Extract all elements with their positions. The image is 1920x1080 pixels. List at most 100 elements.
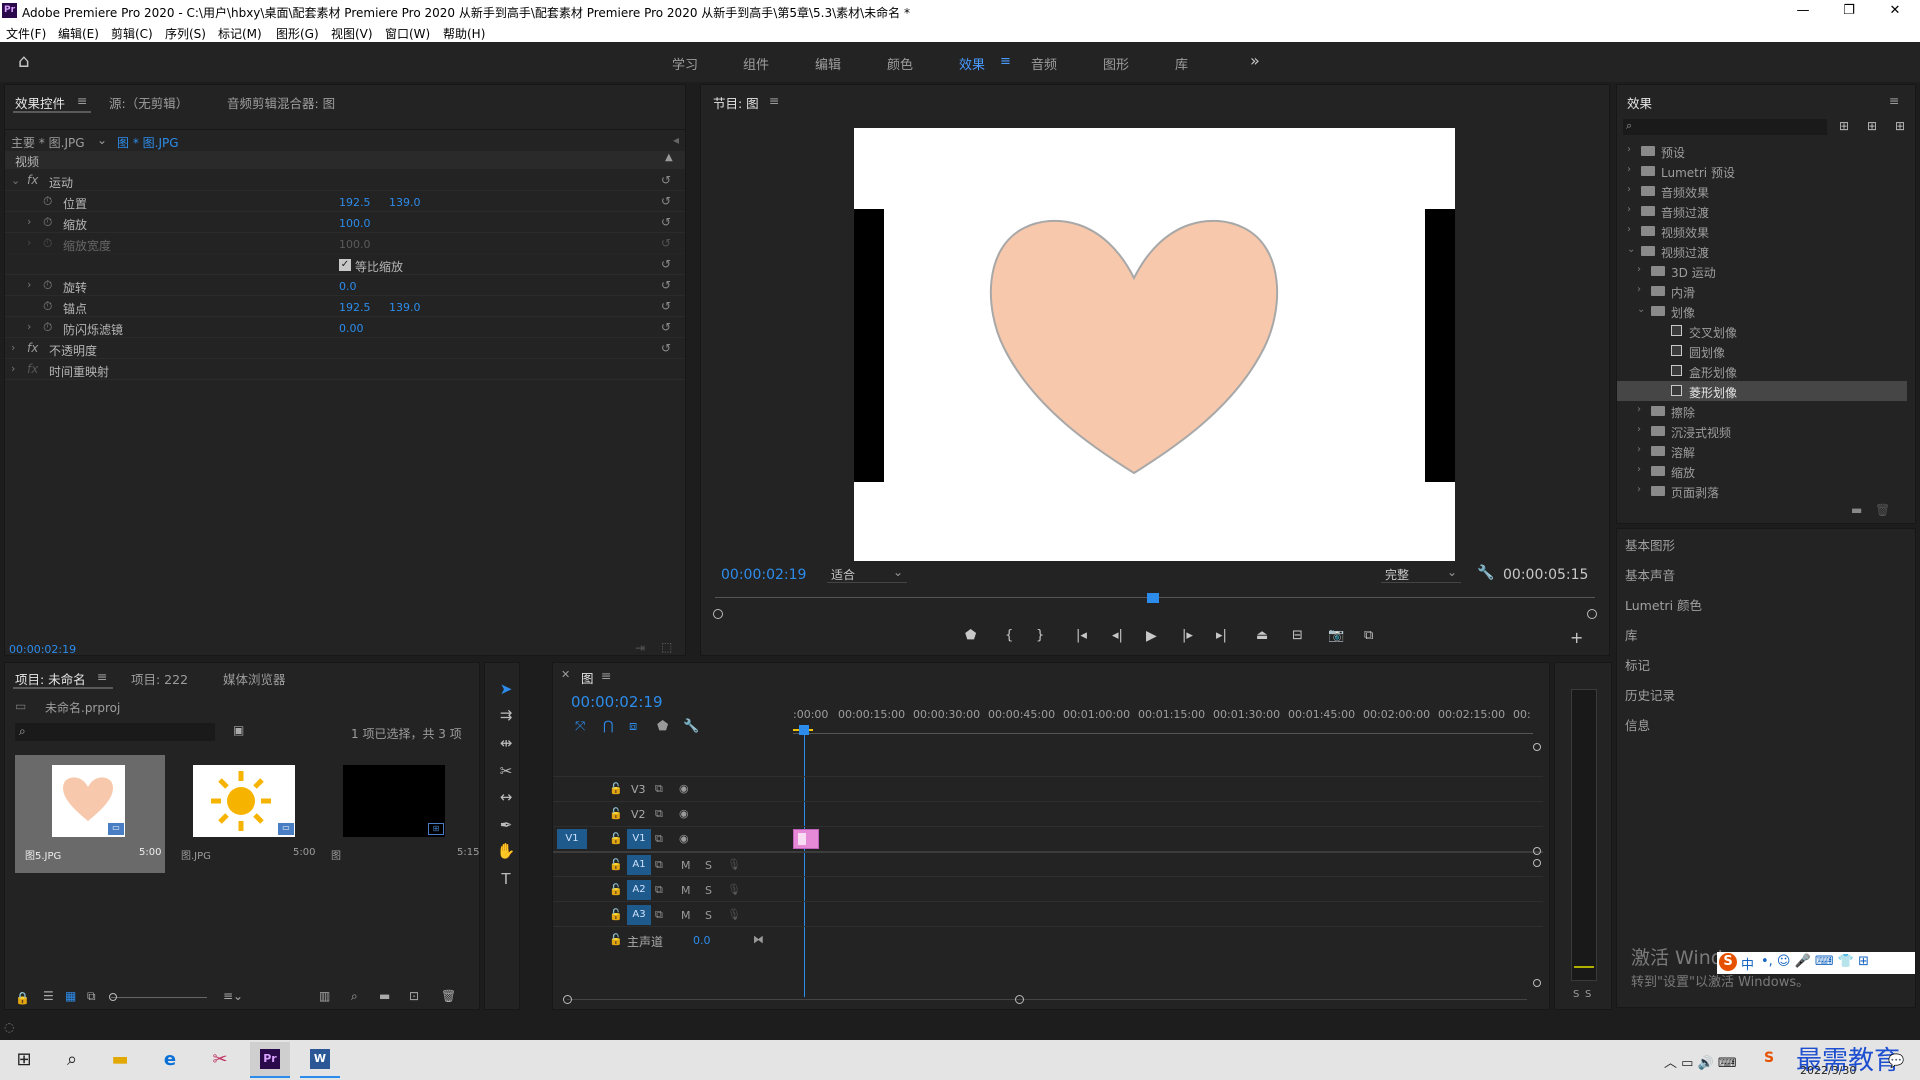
play-icon[interactable]: ▶ — [1146, 628, 1157, 644]
effect-row-rotation[interactable]: › ⏱ 旋转 0.0 ↺ — [5, 276, 685, 296]
thumbnail-size-slider[interactable] — [111, 997, 207, 998]
windows-start-icon[interactable]: ⊞ — [4, 1044, 44, 1076]
track-header-a2[interactable]: 🔓 A2 ⧉ M S 🎙 — [607, 878, 767, 902]
fit-dropdown[interactable]: 适合 ⌄ — [827, 565, 907, 583]
track-header-a1[interactable]: 🔓 A1 ⧉ M S 🎙 — [607, 853, 767, 877]
taskbar-word[interactable]: W — [300, 1042, 340, 1078]
snap-icon[interactable]: ⋂ — [603, 719, 614, 734]
monitor-playhead[interactable] — [1147, 593, 1159, 603]
tab-audio-clip-mixer[interactable]: 音频剪辑混合器: 图 — [227, 93, 335, 112]
add-marker-icon[interactable]: ⬟ — [965, 628, 976, 643]
lock-icon[interactable]: 🔓 — [609, 883, 623, 896]
project-search-input[interactable]: ⌕ — [15, 723, 215, 741]
master-track-header[interactable]: 🔓 主声道 0.0 ⧓ — [607, 928, 807, 952]
lock-icon[interactable]: 🔓 — [609, 782, 623, 795]
panel-libraries[interactable]: 库 — [1625, 625, 1915, 649]
add-marker-icon[interactable]: ⬟ — [657, 719, 668, 734]
menu-help[interactable]: 帮助(H) — [443, 25, 485, 42]
reset-icon[interactable]: ↺ — [661, 320, 671, 334]
collapsed-chevron-icon[interactable]: › — [1637, 424, 1641, 435]
fx-icon[interactable]: fx — [27, 341, 38, 355]
value[interactable]: 0.0 — [339, 280, 357, 293]
eye-icon[interactable]: ◉ — [679, 782, 689, 795]
stopwatch-icon[interactable]: ⏱ — [43, 278, 52, 293]
track-header-a3[interactable]: 🔓 A3 ⧉ M S 🎙 — [607, 903, 767, 927]
lock-icon[interactable]: 🔒 — [15, 991, 30, 1005]
effects-tree-item[interactable]: ⌄ 视频过渡 — [1617, 241, 1907, 261]
ime-tools-icons[interactable]: •, ☺ 🎤 ⌨ 👕 ⊞ — [1761, 954, 1869, 969]
selection-tool-icon[interactable]: ➤ — [496, 680, 516, 700]
project-menu-icon[interactable]: ≡ — [97, 669, 107, 684]
sync-lock-icon[interactable]: ⧉ — [655, 832, 663, 846]
eye-icon[interactable]: ◉ — [679, 832, 689, 845]
menu-view[interactable]: 视图(V) — [331, 25, 373, 42]
lock-icon[interactable]: 🔓 — [609, 933, 623, 946]
panel-history[interactable]: 历史记录 — [1625, 685, 1915, 709]
stopwatch-icon[interactable]: ⏱ — [43, 320, 52, 335]
program-video-frame[interactable] — [854, 128, 1455, 561]
v-scroll-handle[interactable] — [1533, 979, 1541, 987]
effect-row-uniform-scale[interactable]: ✓ 等比缩放 ↺ — [5, 255, 685, 275]
go-to-in-icon[interactable]: |◂ — [1076, 628, 1087, 643]
collapsed-chevron-icon[interactable]: › — [1637, 284, 1641, 295]
nest-icon[interactable]: ⤧ — [575, 719, 585, 734]
reset-icon[interactable]: ↺ — [661, 215, 671, 229]
effects-tree-item[interactable]: › Lumetri 预设 — [1617, 161, 1907, 181]
quality-dropdown[interactable]: 完整 ⌄ — [1381, 565, 1461, 583]
chevron-down-icon[interactable]: ⌄ — [97, 133, 107, 147]
panel-essential-sound[interactable]: 基本声音 — [1625, 565, 1915, 589]
effects-tree-item[interactable]: › 3D 运动 — [1617, 261, 1907, 281]
linked-selection-icon[interactable]: ⧈ — [629, 719, 637, 734]
effects-tree-item[interactable]: › 沉浸式视频 — [1617, 421, 1907, 441]
effects-tree-item[interactable]: 菱形划像 — [1617, 381, 1907, 401]
mute-button[interactable]: M — [681, 909, 691, 922]
razor-tool-icon[interactable]: ✂ — [496, 762, 516, 782]
timeline-menu-icon[interactable]: ≡ — [601, 668, 611, 683]
sogou-tray-icon[interactable]: S — [1764, 1050, 1774, 1066]
timeline-playhead-handle[interactable] — [799, 725, 809, 735]
sequence-clip-label[interactable]: 图 * 图.JPG — [117, 134, 179, 151]
tab-media-browser[interactable]: 媒体浏览器 — [223, 669, 286, 688]
stopwatch-icon[interactable]: ⏱ — [43, 299, 52, 314]
reset-icon[interactable]: ↺ — [661, 299, 671, 313]
solo-button[interactable]: S — [705, 859, 712, 872]
lock-icon[interactable]: 🔓 — [609, 832, 623, 845]
value[interactable]: 0.00 — [339, 322, 364, 335]
panel-markers[interactable]: 标记 — [1625, 655, 1915, 679]
workspace-audio[interactable]: 音频 — [1031, 54, 1057, 73]
effects-tree-item[interactable]: › 视频效果 — [1617, 221, 1907, 241]
collapsed-chevron-icon[interactable]: › — [1627, 224, 1631, 235]
track-header-v3[interactable]: 🔓 V3 ⧉ ◉ — [607, 777, 727, 801]
minimize-button[interactable]: — — [1780, 0, 1826, 22]
collapsed-chevron-icon[interactable]: › — [27, 215, 31, 228]
stopwatch-icon[interactable]: ⏱ — [43, 215, 52, 230]
value[interactable]: 100.0 — [339, 217, 371, 230]
program-monitor-title[interactable]: 节目: 图 — [713, 93, 759, 112]
close-button[interactable]: ✕ — [1872, 0, 1918, 22]
effect-row-anchor[interactable]: ⏱ 锚点 192.5 139.0 ↺ — [5, 297, 685, 317]
fx-icon[interactable]: fx — [27, 173, 38, 187]
effects-tree-item[interactable]: › 缩放 — [1617, 461, 1907, 481]
project-item-3[interactable]: ⊞ 图 5:15 — [323, 755, 479, 873]
sync-lock-icon[interactable]: ⧉ — [655, 908, 663, 922]
collapsed-chevron-icon[interactable]: › — [1637, 444, 1641, 455]
collapsed-chevron-icon[interactable]: › — [1627, 184, 1631, 195]
workspace-effects[interactable]: 效果 — [959, 54, 985, 73]
search-icon[interactable]: ⌕ — [52, 1044, 92, 1076]
delete-icon[interactable]: 🗑 — [1875, 503, 1890, 517]
mute-button[interactable]: M — [681, 884, 691, 897]
collapsed-chevron-icon[interactable]: › — [11, 362, 15, 375]
collapsed-chevron-icon[interactable]: › — [1627, 204, 1631, 215]
effects-tree-item[interactable]: ⌄ 划像 — [1617, 301, 1907, 321]
ime-toolbar[interactable]: S 中 •, ☺ 🎤 ⌨ 👕 ⊞ — [1717, 952, 1915, 974]
effects-tree-item[interactable]: › 音频过渡 — [1617, 201, 1907, 221]
effects-tree-item[interactable]: › 内滑 — [1617, 281, 1907, 301]
effects-menu-icon[interactable]: ≡ — [1889, 93, 1899, 108]
project-item-1[interactable]: ▭ 图5.JPG 5:00 — [15, 755, 165, 873]
reset-icon[interactable]: ↺ — [661, 257, 671, 271]
go-to-out-icon[interactable]: ▸| — [1216, 628, 1227, 643]
lock-icon[interactable]: 🔓 — [609, 908, 623, 921]
accelerated-effects-icon[interactable]: ⊞ — [1839, 119, 1849, 133]
reset-icon[interactable]: ↺ — [661, 341, 671, 355]
effect-row-position[interactable]: ⏱ 位置 192.5 139.0 ↺ — [5, 192, 685, 212]
